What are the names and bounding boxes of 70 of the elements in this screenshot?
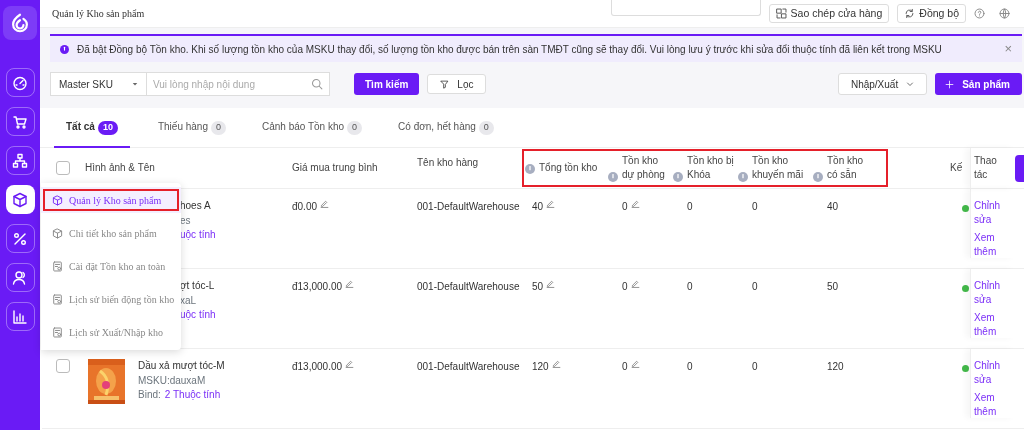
column-header: Thao tác — [974, 153, 998, 182]
action-link[interactable]: Chỉnh sửa — [974, 359, 1009, 386]
stock-value: 0 — [622, 200, 628, 214]
stock-value: 50 — [532, 280, 544, 294]
stock-value: 0 — [686, 280, 694, 294]
action-link[interactable]: Chỉnh sửa — [974, 279, 1009, 306]
stock-value: 120 — [532, 360, 549, 374]
search-button[interactable]: Tìm kiếm — [354, 73, 420, 95]
attribute-link[interactable]: uộc tính — [180, 309, 216, 320]
column-header: Kế — [950, 160, 964, 175]
search-field[interactable]: Vui lòng nhập nội dung — [147, 72, 330, 96]
import-export-button[interactable]: Nhập/Xuất — [837, 73, 928, 95]
stock-value: 0 — [686, 200, 694, 214]
stock-value: 40 — [826, 200, 840, 214]
menu-item[interactable]: Lịch sử biến động tồn kho — [41, 283, 181, 316]
stock-value: 0 — [622, 280, 628, 294]
close-button[interactable]: × — [1004, 39, 1012, 59]
price-text: đ13,000.00 — [292, 360, 343, 374]
tab[interactable]: Tất cả 10 — [54, 108, 130, 148]
price-text: đ13,000.00 — [292, 280, 343, 294]
field-select[interactable]: Master SKU — [50, 72, 147, 96]
tab[interactable]: Thiếu hàng 0 — [149, 108, 234, 148]
warehouse-text: 001-DefaultWarehouse — [416, 200, 521, 214]
stock-value: 120 — [826, 360, 845, 374]
action-link[interactable]: Chỉnh sửa — [974, 199, 1009, 226]
price-text: đ0.00 — [292, 200, 318, 214]
count-badge: 0 — [347, 121, 363, 135]
column-header: Tồn kho bị Khóa — [687, 153, 735, 182]
menu-item[interactable]: Chi tiết kho sản phẩm — [41, 217, 181, 250]
count-badge: 10 — [97, 121, 118, 135]
add-product-button[interactable]: Sản phẩm — [935, 73, 1022, 95]
menu-item[interactable]: Quản lý Kho sản phẩm — [41, 187, 181, 213]
page-title: Quản lý Kho sản phẩm — [52, 7, 145, 21]
select-value: Master SKU — [59, 77, 113, 92]
bind-label: Bind: — [138, 389, 161, 400]
stock-value: 40 — [532, 200, 544, 214]
toolbar-button[interactable]: Sao chép cửa hàng — [768, 3, 890, 24]
sku-text: MSKU:dauxaM — [138, 373, 207, 388]
column-header: Tồn kho có sẵn — [827, 153, 865, 182]
column-header: Tổng tồn kho — [539, 160, 598, 175]
column-header: Hình ảnh & Tên — [84, 160, 156, 175]
warehouse-text: 001-DefaultWarehouse — [416, 360, 521, 374]
tab[interactable]: Cảnh báo Tồn kho 0 — [254, 108, 371, 148]
stock-value: 0 — [686, 360, 694, 374]
count-badge: 0 — [210, 121, 226, 135]
stock-value: 50 — [826, 280, 840, 294]
column-header: Tồn kho khuyến mãi — [752, 153, 805, 182]
count-badge: 0 — [478, 121, 494, 135]
product-name: hoes A — [180, 199, 212, 213]
sku-text: xaL — [180, 293, 198, 308]
stock-value: 0 — [751, 200, 759, 214]
toolbar-button[interactable]: Đồng bộ — [897, 3, 966, 24]
action-link[interactable]: Xem thêm — [974, 391, 1009, 418]
menu-item[interactable]: Lịch sử Xuất/Nhập kho — [41, 316, 181, 349]
column-header: Tên kho hàng — [416, 156, 480, 170]
filter-button[interactable]: Lọc — [427, 74, 487, 94]
action-link[interactable]: Xem thêm — [974, 311, 1009, 338]
notice-text: Đã bật Đồng bộ Tồn kho. Khi số lượng tồn kho của MSKU thay đổi, số lượng tồn kho được bán trên sàn TMĐT cũng sẽ thay đổi. Vui lòng lưu ý trước khi sửa đổi thuộc tính đã liên kết trong MSKU — [77, 42, 942, 57]
tab[interactable]: Có đơn, hết hàng 0 — [390, 108, 502, 148]
warehouse-text: 001-DefaultWarehouse — [416, 280, 521, 294]
stock-value: 0 — [751, 360, 759, 374]
product-name: Dầu xả mượt tóc-M — [138, 359, 225, 373]
column-header: Tồn kho dự phòng — [622, 153, 666, 182]
column-header: Giá mua trung bình — [291, 160, 379, 175]
menu-item[interactable]: Cài đặt Tồn kho an toàn — [41, 250, 181, 283]
attribute-link[interactable]: 2 Thuộc tính — [164, 389, 221, 400]
attribute-link[interactable]: uộc tính — [180, 229, 216, 240]
stock-value: 0 — [751, 280, 759, 294]
action-link[interactable]: Xem thêm — [974, 231, 1009, 258]
stock-value: 0 — [622, 360, 628, 374]
